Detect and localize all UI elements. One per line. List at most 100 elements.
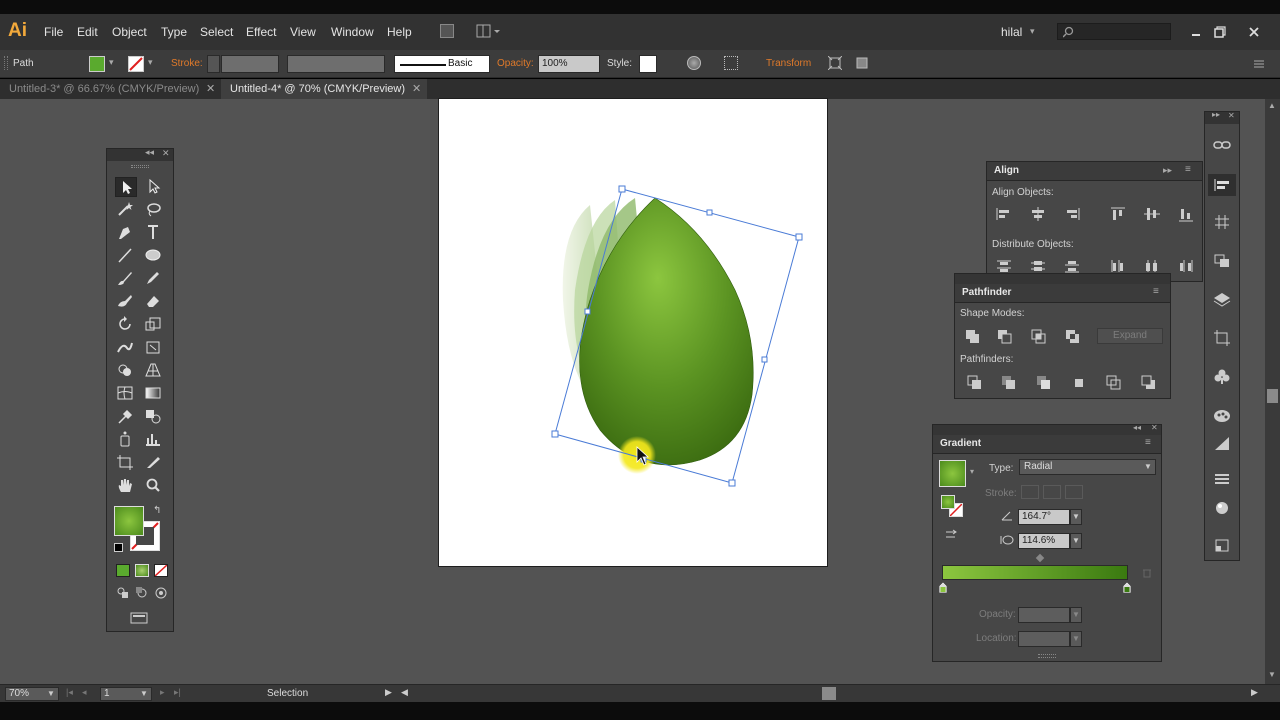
magic-wand-tool[interactable]: [115, 200, 137, 220]
vertical-align-center-icon[interactable]: [1143, 206, 1161, 222]
horizontal-scroll-thumb[interactable]: [822, 687, 836, 700]
align-to-icon[interactable]: [724, 56, 738, 70]
scroll-left-icon[interactable]: ◀: [401, 687, 408, 698]
stroke-panel-icon[interactable]: [1211, 470, 1233, 488]
stroke-weight-stepper[interactable]: [207, 55, 220, 73]
gradient-preview-swatch[interactable]: [939, 460, 966, 487]
swap-fill-stroke-icon[interactable]: ↰: [153, 505, 161, 516]
minus-back-icon[interactable]: [1140, 374, 1158, 390]
stop-opacity-field[interactable]: [1018, 607, 1070, 623]
dock-header[interactable]: ▸▸ ✕: [1205, 110, 1239, 124]
delete-stop-icon[interactable]: [1142, 568, 1152, 578]
stroke-weight-field[interactable]: [221, 55, 279, 73]
gradient-grip[interactable]: ◂◂ ✕: [933, 423, 1161, 435]
gradient-presets-dropdown-icon[interactable]: ▾: [970, 467, 974, 476]
vertical-align-top-icon[interactable]: [1109, 206, 1127, 222]
free-transform-tool[interactable]: [143, 338, 165, 358]
pathfinder-panel-icon[interactable]: [1211, 252, 1233, 270]
menu-type[interactable]: Type: [161, 25, 187, 39]
paintbrush-tool[interactable]: [115, 269, 137, 289]
horizontal-distribute-right-icon[interactable]: [1177, 258, 1195, 274]
shape-builder-tool[interactable]: [115, 361, 137, 381]
default-fill-stroke-icon[interactable]: [114, 543, 123, 552]
fill-swatch-front[interactable]: [114, 506, 144, 536]
slice-tool[interactable]: [143, 453, 165, 473]
close-dock-icon[interactable]: ✕: [1228, 111, 1235, 120]
panel-resize-grip[interactable]: [1038, 654, 1056, 658]
close-panel-icon[interactable]: ✕: [162, 148, 170, 159]
artboard-tool[interactable]: [115, 453, 137, 473]
scroll-down-icon[interactable]: ▼: [1268, 670, 1276, 679]
gradient-slider[interactable]: [942, 565, 1128, 580]
close-tab-icon[interactable]: ✕: [206, 79, 215, 99]
stroke-label[interactable]: Stroke:: [171, 58, 203, 69]
angle-field[interactable]: 164.7°: [1018, 509, 1070, 525]
control-bar-grip[interactable]: [4, 56, 8, 70]
selection-tool[interactable]: [115, 177, 137, 197]
line-segment-tool[interactable]: [115, 246, 137, 266]
rotate-tool[interactable]: [115, 315, 137, 335]
gradient-panel-header[interactable]: Gradient ≡: [933, 435, 1161, 454]
restore-icon[interactable]: [1214, 26, 1226, 38]
tab-untitled-4[interactable]: Untitled-4* @ 70% (CMYK/Preview) ✕: [221, 79, 427, 99]
align-panel-icon[interactable]: [1208, 174, 1236, 196]
bridge-icon[interactable]: [440, 24, 454, 38]
graphic-styles-icon[interactable]: [1211, 536, 1233, 554]
type-tool[interactable]: [143, 223, 165, 243]
pathfinder-grip[interactable]: [955, 274, 1170, 284]
lasso-tool[interactable]: [143, 200, 165, 220]
menu-edit[interactable]: Edit: [77, 25, 98, 39]
recolor-artwork-icon[interactable]: [687, 56, 701, 70]
panel-menu-icon[interactable]: ≡: [1153, 286, 1159, 297]
merge-icon[interactable]: [1035, 374, 1053, 390]
arrange-documents-icon[interactable]: [476, 24, 500, 38]
angle-dropdown-icon[interactable]: ▼: [1070, 509, 1082, 525]
fill-color-swatch[interactable]: [89, 56, 105, 72]
exclude-icon[interactable]: [1064, 328, 1082, 344]
horizontal-align-right-icon[interactable]: [1063, 206, 1081, 222]
previous-artboard-icon[interactable]: ◂: [82, 687, 87, 698]
panel-grip[interactable]: [131, 165, 149, 168]
ellipse-tool[interactable]: [143, 246, 165, 266]
panel-menu-icon[interactable]: ≡: [1145, 437, 1151, 448]
vertical-distribute-center-icon[interactable]: [1029, 258, 1047, 274]
leaf-artwork[interactable]: [438, 98, 828, 567]
graphic-style-swatch[interactable]: [639, 55, 657, 73]
pencil-tool[interactable]: [143, 269, 165, 289]
user-dropdown-icon[interactable]: ▾: [1030, 26, 1035, 37]
stroke-across-icon[interactable]: [1065, 485, 1083, 499]
first-artboard-icon[interactable]: |◂: [66, 687, 73, 698]
warp-tool[interactable]: [115, 338, 137, 358]
symbol-sprayer-tool[interactable]: [115, 430, 137, 450]
column-graph-tool[interactable]: [143, 430, 165, 450]
align-panel-header[interactable]: Align ▸▸ ≡: [987, 162, 1202, 181]
transform-panel-icon[interactable]: [1211, 212, 1233, 232]
artboard[interactable]: [438, 98, 828, 567]
status-menu-icon[interactable]: ▶: [385, 687, 392, 698]
divide-icon[interactable]: [966, 374, 984, 390]
panel-menu-icon[interactable]: ≡: [1185, 164, 1191, 175]
close-tab-icon[interactable]: ✕: [412, 79, 421, 99]
midpoint-diamond[interactable]: [1035, 553, 1045, 563]
trim-icon[interactable]: [1000, 374, 1018, 390]
search-input[interactable]: [1057, 23, 1171, 40]
variable-width-profile[interactable]: [287, 55, 385, 73]
menu-effect[interactable]: Effect: [246, 25, 276, 39]
gradient-mode-button[interactable]: [135, 564, 149, 577]
stroke-color-swatch[interactable]: [128, 56, 144, 72]
scroll-thumb[interactable]: [1267, 389, 1278, 403]
direct-selection-tool[interactable]: [143, 177, 165, 197]
draw-normal-icon[interactable]: [116, 586, 130, 599]
gradient-stop-left[interactable]: [939, 582, 947, 593]
unite-icon[interactable]: [964, 328, 982, 344]
minus-front-icon[interactable]: [996, 328, 1014, 344]
zoom-tool[interactable]: [143, 476, 165, 496]
aspect-ratio-field[interactable]: 114.6%: [1018, 533, 1070, 549]
appearance-icon[interactable]: [1211, 498, 1233, 518]
menu-select[interactable]: Select: [200, 25, 233, 39]
artboard-number-select[interactable]: 1 ▼: [100, 687, 152, 701]
opacity-field[interactable]: 100%: [538, 55, 600, 73]
tab-untitled-3[interactable]: Untitled-3* @ 66.67% (CMYK/Preview) ✕: [0, 79, 220, 99]
intersect-icon[interactable]: [1030, 328, 1048, 344]
scroll-up-icon[interactable]: ▲: [1268, 101, 1276, 110]
